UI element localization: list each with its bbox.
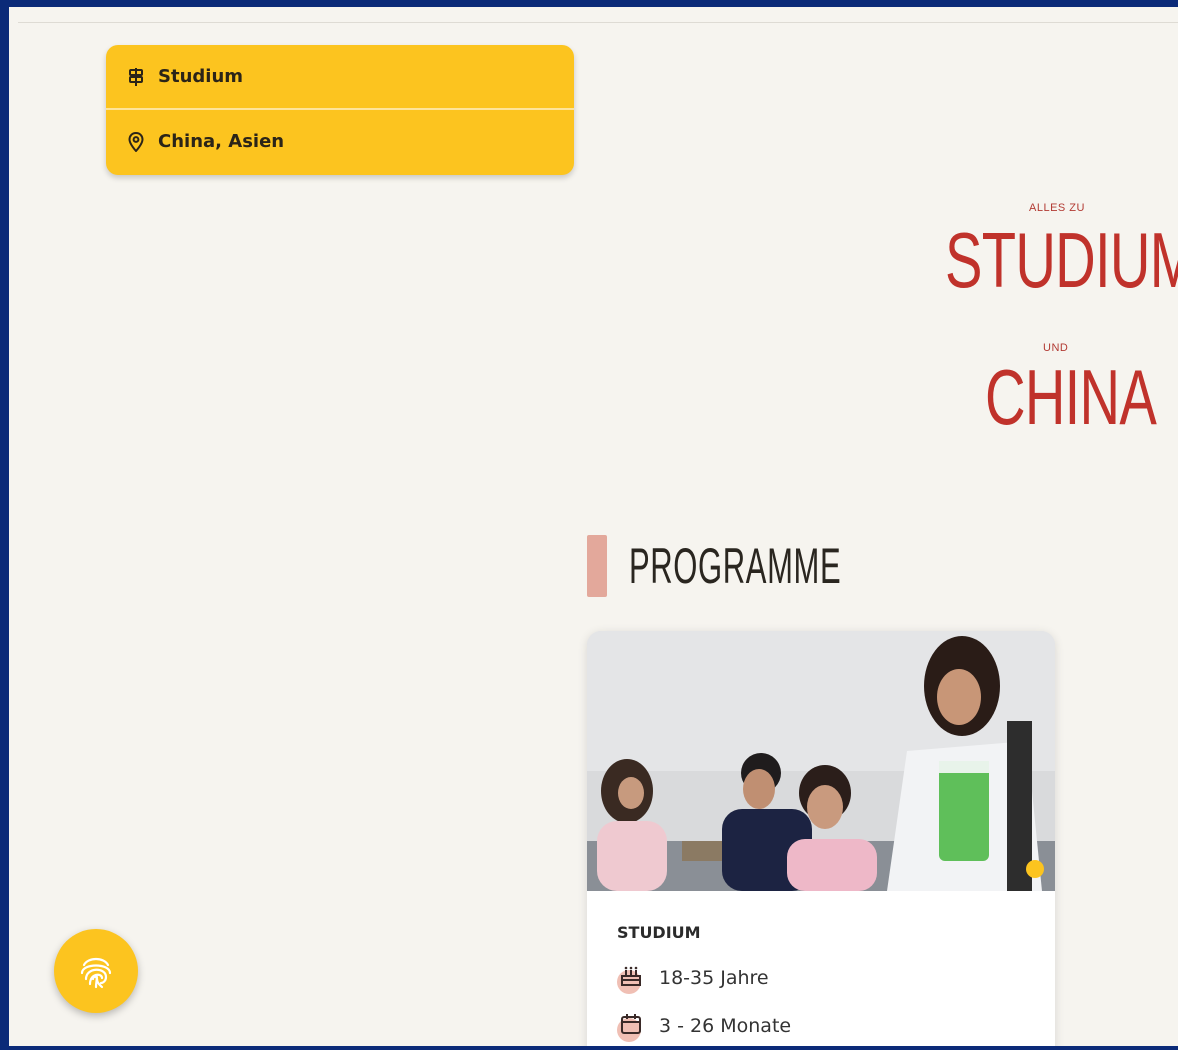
birthday-cake-icon: [617, 964, 645, 994]
filter-panel: Studium China, Asien: [106, 45, 574, 175]
card-age-text: 18-35 Jahre: [659, 967, 769, 989]
location-pin-icon: [126, 131, 146, 152]
card-duration-text: 3 - 26 Monate: [659, 1015, 792, 1037]
filter-item-label: Studium: [158, 66, 244, 87]
section-accent-bar: [587, 535, 607, 597]
section-header: PROGRAMME: [587, 535, 971, 597]
filter-item-location[interactable]: China, Asien: [106, 110, 574, 173]
card-duration: 3 - 26 Monate: [617, 1012, 1025, 1042]
section-title: PROGRAMME: [629, 538, 842, 594]
signpost-icon: [126, 67, 146, 87]
filter-item-label: China, Asien: [158, 131, 285, 152]
card-title: STUDIUM: [617, 923, 701, 942]
hero-word-2: CHINA: [985, 353, 1157, 441]
fingerprint-button[interactable]: [54, 929, 138, 1013]
hero-prefix: ALLES ZU: [1029, 202, 1085, 214]
hero-word-1: STUDIUM: [945, 216, 1178, 304]
top-divider: [18, 22, 1178, 23]
page-frame: Studium China, Asien ALLES ZU STUDIUM UN…: [0, 0, 1178, 1050]
program-card[interactable]: STUDIUM 18-35 Jahre 3 - 26 Monate: [587, 631, 1055, 1046]
filter-item-category[interactable]: Studium: [106, 45, 574, 108]
card-age: 18-35 Jahre: [617, 964, 1025, 994]
students-photo: [587, 631, 1055, 891]
calendar-icon: [617, 1012, 645, 1042]
fingerprint-icon: [80, 957, 112, 989]
